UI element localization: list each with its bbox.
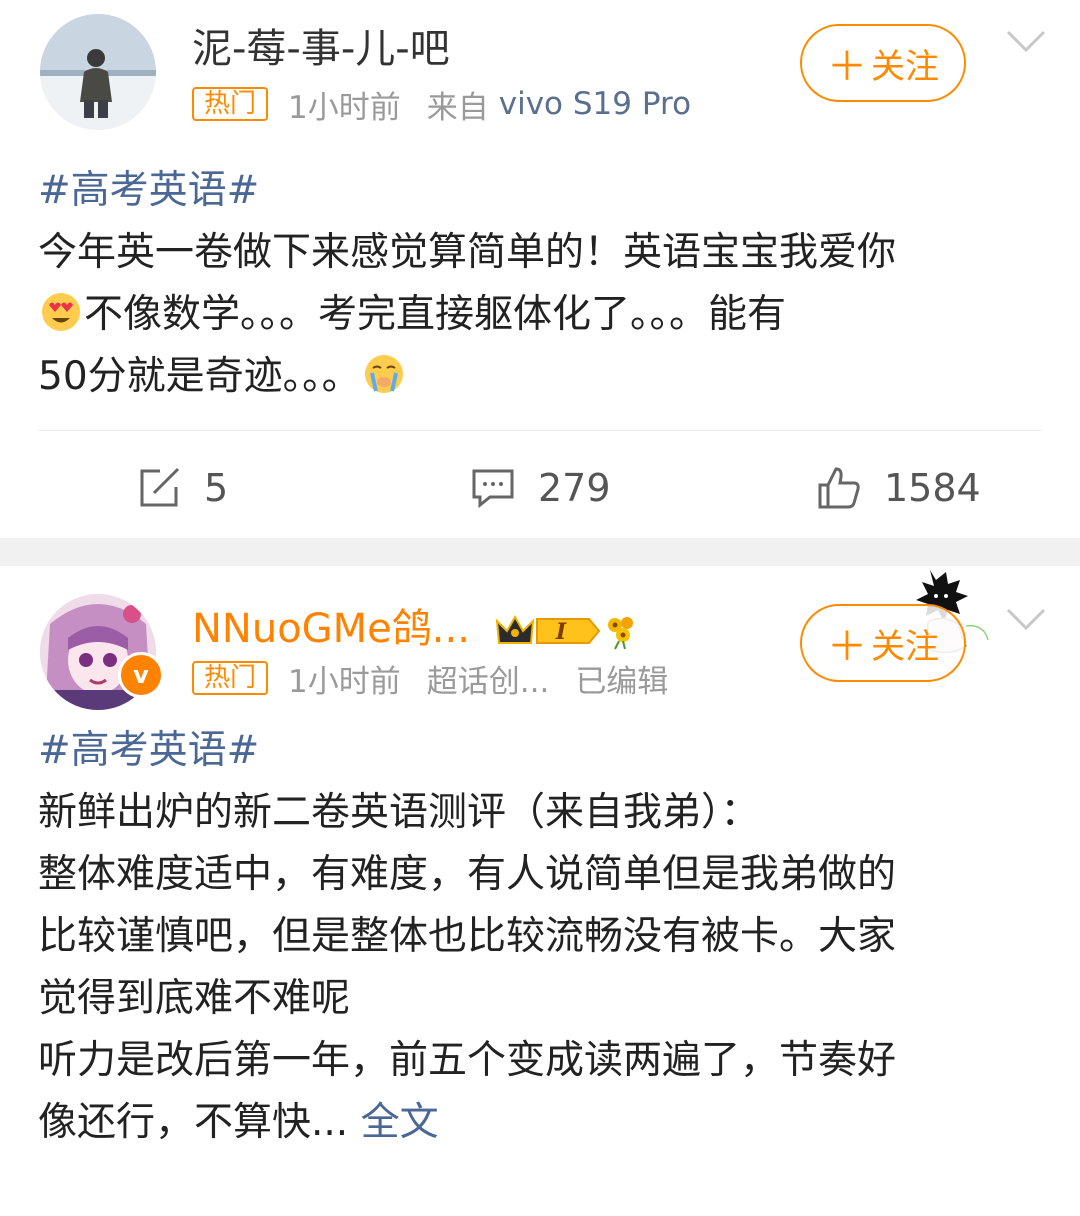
post-content: #高考英语# 今年英一卷做下来感觉算简单的！英语宝宝我爱你 不像数学。。。考完直… [38,160,1044,408]
divider [38,430,1042,431]
username-row: NNuoGMe鸽... I [192,596,641,654]
hot-badge: 热门 [192,661,269,695]
hashtag-link[interactable]: #高考英语# [38,160,1044,222]
plus-icon: ＋ [827,44,867,90]
thumbs-up-icon [818,467,860,509]
read-more-link[interactable]: 全文 [361,1100,439,1145]
crying-emoji-icon [364,355,403,393]
post-text-line: 50分就是奇迹。。。 [38,354,361,399]
level-tag-icon: I [535,618,600,645]
post-text-line-with-emoji: 不像数学。。。考完直接躯体化了。。。能有 [38,284,1044,346]
action-bar: 5 279 1584 [0,456,1080,520]
username[interactable]: NNuoGMe鸽... [192,606,470,652]
hot-badge: 热门 [192,87,269,121]
flower-icon [607,617,633,650]
crown-icon [495,614,534,644]
post-meta: 热门 1小时前 超话创... 已编辑 [192,656,669,701]
post-text-line: 比较谨慎吧，但是整体也比较流畅没有被卡。大家 [38,914,897,959]
comment-count: 279 [538,466,611,510]
post-text-line: 觉得到底难不难呢 [38,976,351,1021]
post-text-line: 整体难度适中，有难度，有人说简单但是我弟做的 [38,852,897,897]
follow-button[interactable]: ＋ 关注 [800,604,966,682]
post-meta: 热门 1小时前 来自 vivo S19 Pro [192,84,691,126]
plus-icon: ＋ [827,624,867,670]
username[interactable]: 泥-莓-事-儿-吧 [192,16,450,74]
repost-button[interactable]: 5 [136,456,228,520]
post-text-line: 不像数学。。。考完直接躯体化了。。。能有 [84,292,787,337]
source-prefix: 来自 [426,89,489,126]
post-text-line: 新鲜出炉的新二卷英语测评（来自我弟）： [38,790,760,835]
super-topic-label[interactable]: 超话创... [427,656,550,701]
chevron-down-icon[interactable] [1004,26,1048,56]
post-text-line: 今年英一卷做下来感觉算简单的！英语宝宝我爱你 [38,230,897,275]
chevron-down-icon[interactable] [1004,604,1048,634]
avatar[interactable] [40,14,156,130]
follow-label: 关注 [871,626,939,667]
comment-button[interactable]: 279 [470,456,611,520]
verified-badge: v [118,652,164,698]
post-card: 泥-莓-事-儿-吧 热门 1小时前 来自 vivo S19 Pro ＋ 关注 #… [0,0,1080,538]
repost-icon [140,467,180,507]
hashtag-link[interactable]: #高考英语# [38,720,1044,782]
post-text-line-with-emoji: 50分就是奇迹。。。 [38,346,1044,408]
follow-button[interactable]: ＋ 关注 [800,24,966,102]
like-count: 1584 [884,466,981,510]
post-text-line: 像还行，不算快... [38,1100,349,1145]
post-content: #高考英语# 新鲜出炉的新二卷英语测评（来自我弟）： 整体难度适中，有难度，有人… [38,720,1044,1154]
level-value: I [555,619,567,645]
post-separator [0,538,1080,566]
member-level-badge[interactable]: I [495,611,641,651]
post-text-line: 听力是改后第一年，前五个变成读两遍了，节奏好 [38,1038,897,1083]
follow-label: 关注 [871,46,939,87]
source-device[interactable]: vivo S19 Pro [499,86,691,122]
weibo-feed: 泥-莓-事-儿-吧 热门 1小时前 来自 vivo S19 Pro ＋ 关注 #… [0,0,1080,1216]
heart-eyes-emoji-icon [42,293,80,331]
comment-icon [472,469,514,509]
post-time: 1小时前 [288,89,401,126]
post-card: v NNuoGMe鸽... I 热门 1小时前 超话创... 已编辑 ＋ 关注 … [0,566,1080,1216]
post-text-line-last: 像还行，不算快... 全文 [38,1092,1044,1154]
post-time: 1小时前 [288,663,401,700]
like-button[interactable]: 1584 [816,456,981,520]
repost-count: 5 [204,466,229,510]
edited-label: 已编辑 [575,663,669,700]
